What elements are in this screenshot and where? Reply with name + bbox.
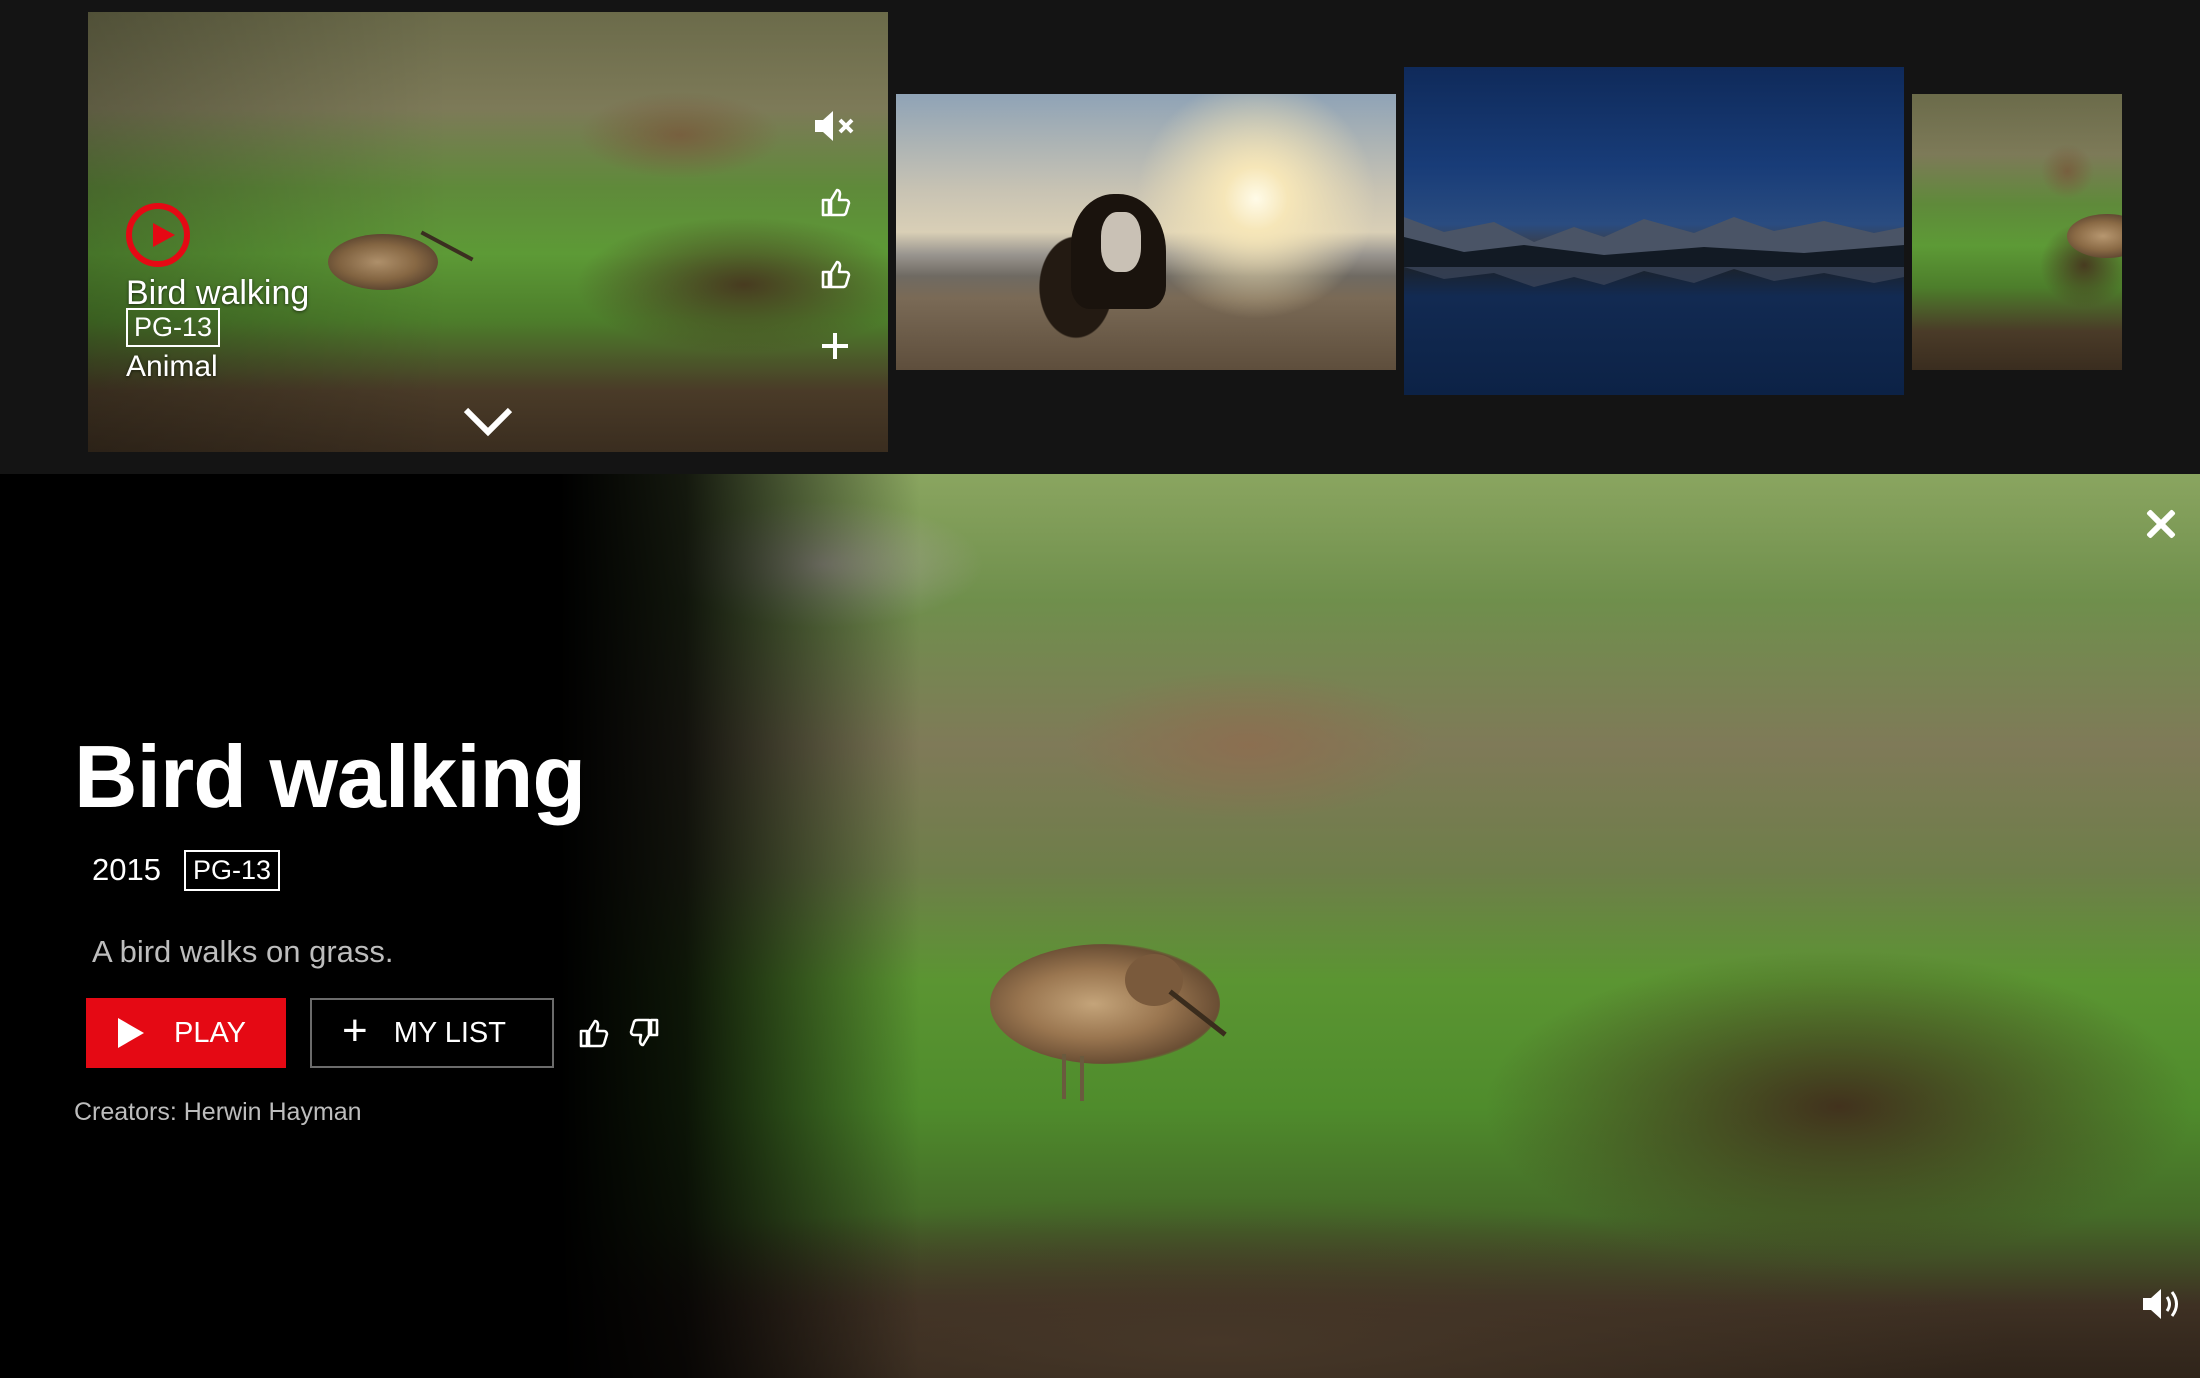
thumbs-down-glyph xyxy=(629,1018,659,1047)
volume-icon[interactable] xyxy=(2140,1284,2186,1324)
bird-thumbnail-image xyxy=(2067,214,2122,258)
title-card-mountain-lake[interactable] xyxy=(1404,67,1904,395)
thumbs-up-glyph xyxy=(821,188,851,217)
card-play-icon[interactable] xyxy=(126,203,190,267)
thumbs-up-glyph xyxy=(821,260,851,289)
card-gradient-overlay xyxy=(88,12,888,452)
title-detail-panel: Bird walking 2015 PG-13 A bird walks on … xyxy=(0,474,2200,1378)
play-icon xyxy=(118,1018,144,1048)
thumbs-up-glyph xyxy=(579,1019,609,1048)
play-button[interactable]: PLAY xyxy=(86,998,286,1068)
detail-rating-badge: PG-13 xyxy=(184,850,281,891)
play-button-label: PLAY xyxy=(174,1016,247,1049)
detail-title: Bird walking xyxy=(74,727,586,826)
title-card-puppy[interactable] xyxy=(896,94,1396,370)
chevron-down-glyph xyxy=(463,407,513,437)
mute-icon-glyph xyxy=(815,111,854,141)
detail-year: 2015 xyxy=(92,852,161,887)
thumbs-down-icon[interactable] xyxy=(622,1010,668,1056)
card-rating-badge: PG-13 xyxy=(126,308,221,347)
card-genre: Animal xyxy=(126,350,218,383)
my-list-button-label: MY LIST xyxy=(393,1016,506,1049)
title-row: Bird walking PG-13 Animal xyxy=(0,0,2200,474)
plus-icon: + xyxy=(342,1006,368,1055)
plus-glyph xyxy=(822,333,848,359)
add-to-my-list-button[interactable]: + MY LIST xyxy=(310,998,554,1068)
plus-icon[interactable] xyxy=(813,324,857,368)
volume-glyph xyxy=(2143,1289,2178,1319)
title-card-bird-partial[interactable] xyxy=(1912,94,2122,370)
close-icon[interactable] xyxy=(2138,502,2182,546)
chevron-down-icon[interactable] xyxy=(460,400,516,440)
active-title-card[interactable]: Bird walking PG-13 Animal xyxy=(88,12,888,452)
puppy-white-patch xyxy=(1101,212,1141,272)
thumbs-up-icon[interactable] xyxy=(813,180,857,224)
thumbs-up-icon[interactable] xyxy=(570,1010,616,1056)
detail-creators: Creators: Herwin Hayman xyxy=(74,1098,362,1126)
detail-left-fade xyxy=(560,474,920,1378)
mute-icon[interactable] xyxy=(813,104,857,148)
thumbs-up-icon[interactable] xyxy=(813,252,857,296)
mountain-silhouette xyxy=(1404,217,1904,287)
detail-synopsis: A bird walks on grass. xyxy=(92,934,394,969)
bird-legs-image xyxy=(1062,1054,1066,1099)
